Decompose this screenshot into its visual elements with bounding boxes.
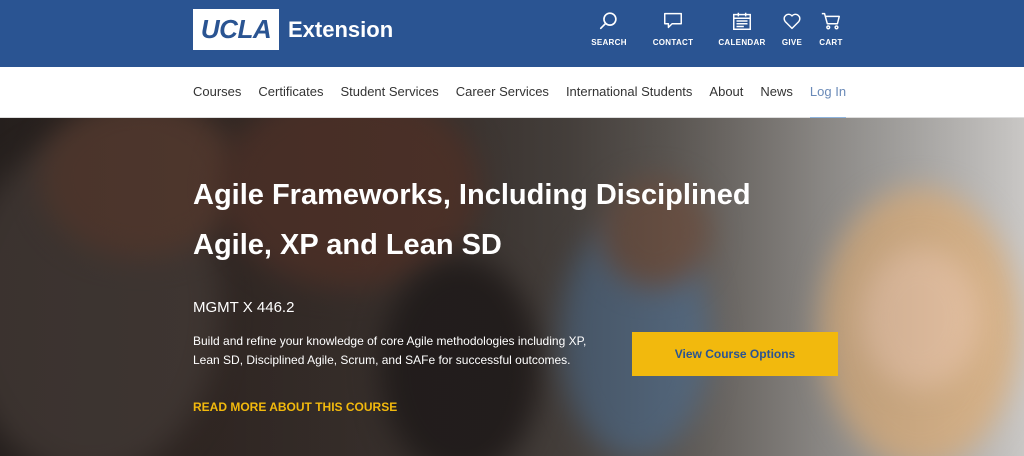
calendar-label: CALENDAR [718, 38, 766, 47]
course-description: Build and refine your knowledge of core … [193, 334, 587, 367]
nav-item-about[interactable]: About [709, 67, 743, 118]
logo-text: UCLA [200, 14, 272, 44]
nav-item-certificates[interactable]: Certificates [258, 67, 323, 118]
nav-item-career-services[interactable]: Career Services [456, 67, 549, 118]
cart-icon [821, 12, 840, 30]
course-code: MGMT X 446.2 [193, 299, 295, 316]
ucla-logo-box: UCLA [193, 9, 279, 50]
nav-item-news[interactable]: News [760, 67, 793, 118]
search-button[interactable]: SEARCH [585, 10, 633, 47]
search-icon [599, 12, 617, 30]
hero-banner: Agile Frameworks, Including Disciplined … [0, 118, 1024, 456]
calendar-icon [733, 12, 751, 30]
nav-item-log-in[interactable]: Log In [809, 67, 847, 120]
main-nav: Courses Certificates Student Services Ca… [0, 67, 1024, 120]
ucla-extension-logo[interactable]: UCLA Extension [193, 9, 393, 50]
heart-icon [783, 13, 801, 30]
cart-button[interactable]: CART [813, 10, 849, 47]
calendar-button[interactable]: CALENDAR [713, 10, 771, 47]
cart-label: CART [819, 38, 843, 47]
course-title: Agile Frameworks, Including Disciplined … [193, 179, 751, 261]
nav-item-courses[interactable]: Courses [193, 67, 241, 118]
utility-nav: SEARCH CONTACT CALENDAR GIVE CART [585, 10, 849, 47]
search-label: SEARCH [591, 38, 627, 47]
view-course-options-button[interactable]: View Course Options [632, 332, 838, 376]
contact-button[interactable]: CONTACT [639, 10, 707, 47]
top-header: UCLA Extension SEARCH CONTACT CALENDAR G… [0, 0, 1024, 67]
chat-icon [664, 12, 682, 29]
logo-subtext: Extension [288, 16, 394, 42]
read-more-link[interactable]: READ MORE ABOUT THIS COURSE [193, 400, 397, 414]
give-label: GIVE [781, 38, 803, 47]
give-button[interactable]: GIVE [777, 10, 807, 47]
nav-item-international-students[interactable]: International Students [566, 67, 692, 118]
nav-item-student-services[interactable]: Student Services [340, 67, 438, 118]
contact-label: CONTACT [652, 38, 694, 47]
